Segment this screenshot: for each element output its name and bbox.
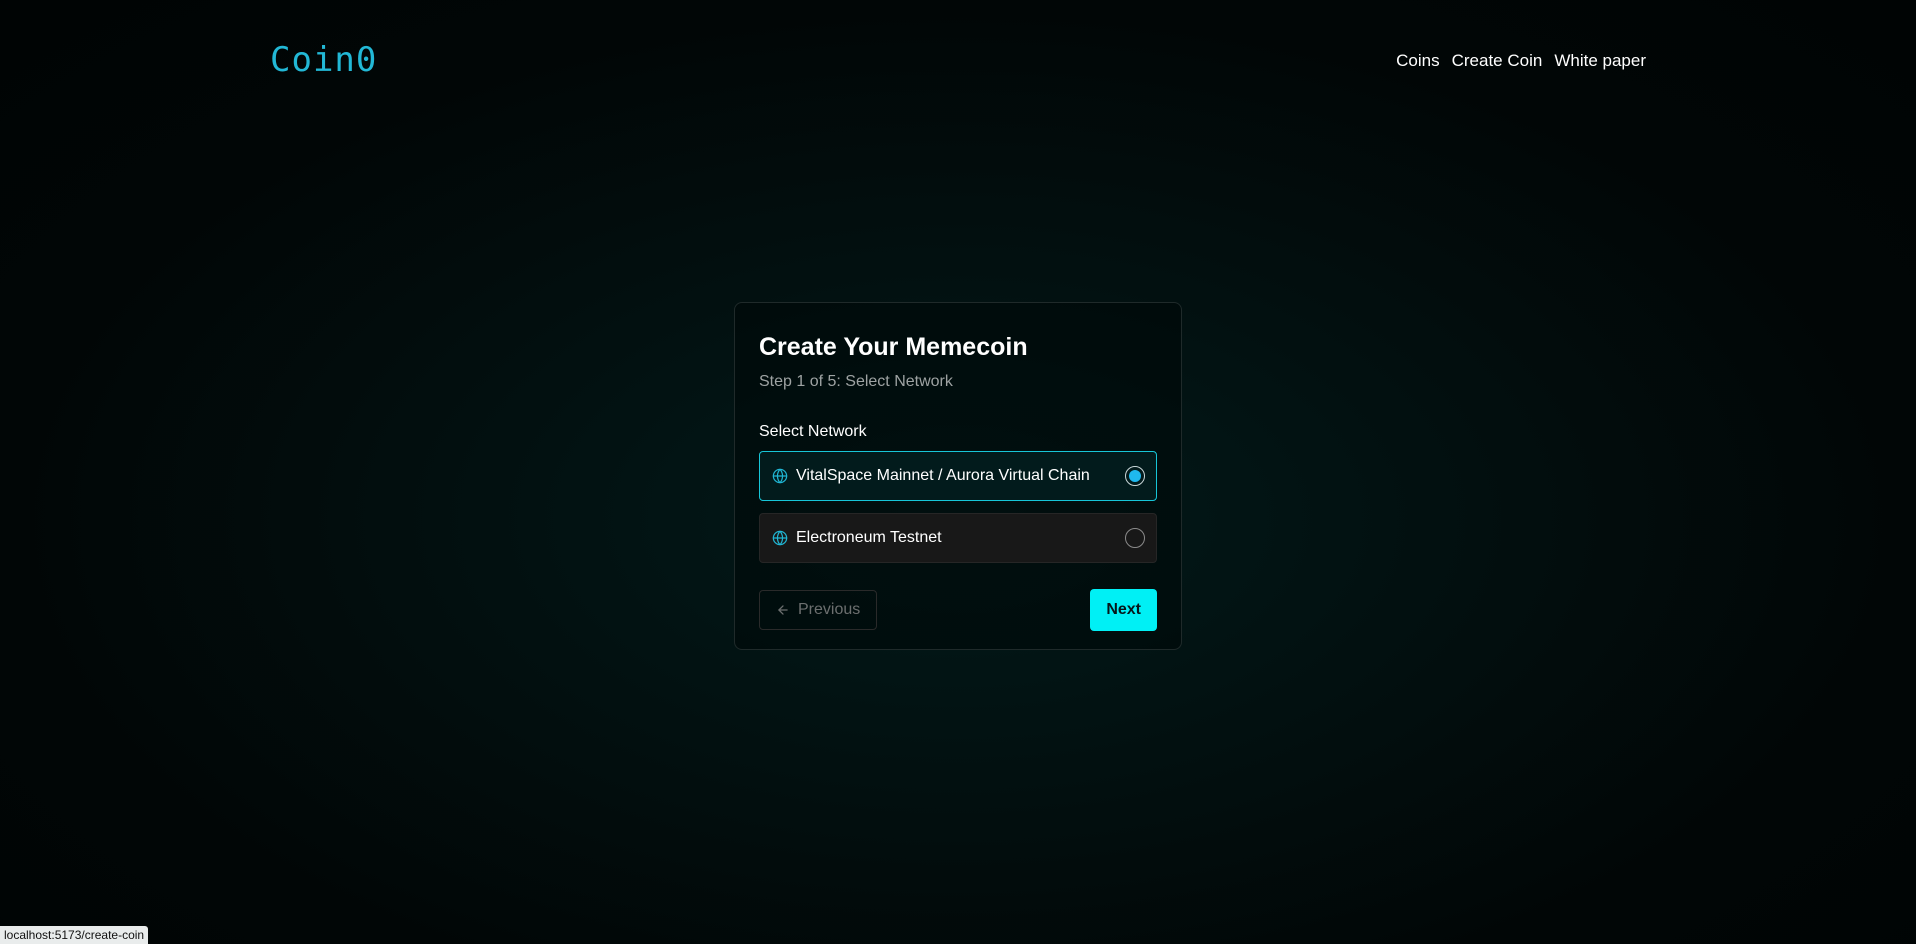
step-actions: Previous Next xyxy=(759,589,1157,631)
network-option-label: VitalSpace Mainnet / Aurora Virtual Chai… xyxy=(796,467,1090,484)
step-indicator: Step 1 of 5: Select Network xyxy=(759,373,953,390)
create-coin-card: Create Your Memecoin Step 1 of 5: Select… xyxy=(734,302,1182,650)
nav-coins[interactable]: Coins xyxy=(1396,50,1439,72)
arrow-left-icon xyxy=(776,603,790,617)
radio-unselected[interactable] xyxy=(1125,528,1145,548)
globe-icon xyxy=(772,530,788,546)
network-option-vitalspace[interactable]: VitalSpace Mainnet / Aurora Virtual Chai… xyxy=(759,451,1157,501)
globe-icon xyxy=(772,468,788,484)
radio-dot xyxy=(1129,470,1141,482)
network-option-electroneum[interactable]: Electroneum Testnet xyxy=(759,513,1157,563)
network-option-label: Electroneum Testnet xyxy=(796,529,942,546)
card-title: Create Your Memecoin xyxy=(759,333,1028,361)
status-bar-url: localhost:5173/create-coin xyxy=(0,926,149,944)
select-network-label: Select Network xyxy=(759,423,867,440)
main-nav: Coins Create Coin White paper xyxy=(1396,50,1646,72)
nav-white-paper[interactable]: White paper xyxy=(1554,50,1646,72)
previous-button-label: Previous xyxy=(798,601,861,618)
logo[interactable]: Coin0 xyxy=(270,40,377,80)
radio-selected[interactable] xyxy=(1125,466,1145,486)
next-button[interactable]: Next xyxy=(1090,589,1157,631)
previous-button[interactable]: Previous xyxy=(759,590,878,630)
nav-create-coin[interactable]: Create Coin xyxy=(1452,50,1543,72)
top-header: Coin0 Coins Create Coin White paper xyxy=(0,0,1916,120)
network-options: VitalSpace Mainnet / Aurora Virtual Chai… xyxy=(759,451,1157,563)
